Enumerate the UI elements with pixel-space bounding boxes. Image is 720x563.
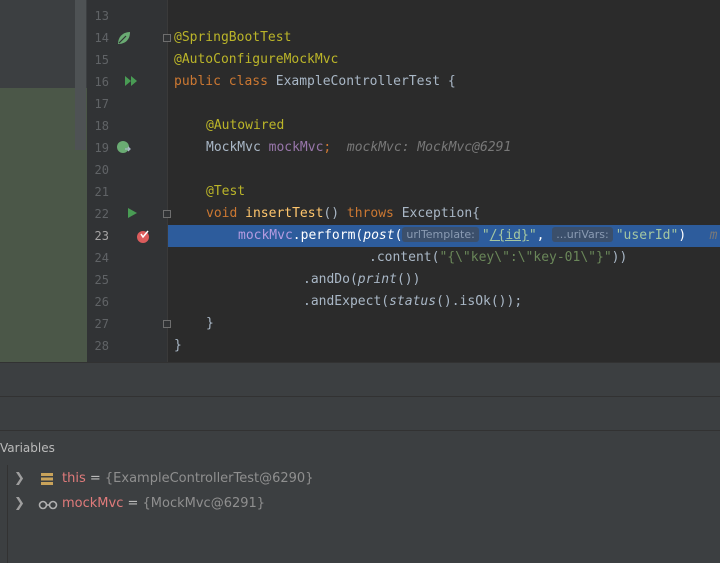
field-stack-icon xyxy=(41,473,53,485)
line-number: 24 xyxy=(94,251,109,265)
chevron-right-icon[interactable]: ❯ xyxy=(14,467,25,491)
project-panel-selection xyxy=(0,88,87,362)
variable-name: this xyxy=(62,471,86,486)
line-number: 17 xyxy=(94,97,109,111)
line-number: 13 xyxy=(94,9,109,23)
code-line: void insertTest() throws Exception{ xyxy=(206,206,480,221)
project-panel-scrollbar[interactable] xyxy=(75,0,86,150)
code-line: @AutoConfigureMockMvc xyxy=(174,52,339,67)
code-line: .andDo(print()) xyxy=(303,272,421,287)
line-number: 16 xyxy=(94,75,109,89)
variable-name: mockMvc xyxy=(62,496,124,511)
code-line: @SpringBootTest xyxy=(174,30,292,45)
code-line: MockMvc mockMvc; mockMvc: MockMvc@6291 xyxy=(206,140,512,155)
run-test-icon[interactable] xyxy=(126,207,138,219)
line-number: 18 xyxy=(94,119,109,133)
param-hint: ...uriVars: xyxy=(552,227,613,242)
line-number: 25 xyxy=(94,273,109,287)
line-number: 19 xyxy=(94,141,109,155)
variable-value: {ExampleControllerTest@6290} xyxy=(104,471,314,486)
code-line: @Autowired xyxy=(206,118,285,133)
code-line: .andExpect(status().isOk()); xyxy=(303,294,523,309)
breakpoint-icon[interactable] xyxy=(135,228,151,244)
line-number: 15 xyxy=(94,53,109,67)
code-line: .content("{\"key\":\"key-01\"}")) xyxy=(369,250,628,265)
fold-marker[interactable] xyxy=(163,34,171,42)
watch-glasses-icon xyxy=(38,500,58,510)
line-number: 27 xyxy=(94,317,109,331)
inline-debug-value: mockMvc: MockMvc@6291 xyxy=(346,140,512,155)
debug-tool-header xyxy=(0,362,720,397)
code-line: } xyxy=(206,316,214,331)
fold-marker[interactable] xyxy=(163,210,171,218)
variables-title: Variables xyxy=(0,441,55,455)
line-number: 23 xyxy=(94,229,109,243)
code-line: } xyxy=(174,338,182,353)
fold-guide xyxy=(167,0,168,362)
variable-row[interactable]: ❯ this = {ExampleControllerTest@6290} xyxy=(0,467,720,491)
chevron-right-icon[interactable]: ❯ xyxy=(14,492,25,516)
project-panel-strip xyxy=(0,0,87,362)
param-hint: urlTemplate: xyxy=(402,227,479,242)
line-number: 14 xyxy=(94,31,109,45)
spring-bean-icon[interactable] xyxy=(116,30,132,46)
fold-marker[interactable] xyxy=(163,320,171,328)
variable-value: {MockMvc@6291} xyxy=(142,496,266,511)
variables-header: Variables xyxy=(0,430,720,466)
autowired-navigate-icon[interactable] xyxy=(116,139,132,155)
line-number: 20 xyxy=(94,163,109,177)
line-number: 21 xyxy=(94,185,109,199)
code-line-current: mockMvc.perform(post(urlTemplate: "/{id}"… xyxy=(238,227,718,243)
code-line: public class ExampleControllerTest { xyxy=(174,74,456,89)
debug-toolbar xyxy=(0,396,720,431)
code-line: @Test xyxy=(206,184,246,199)
variable-row[interactable]: ❯ mockMvc = {MockMvc@6291} xyxy=(0,492,720,516)
run-tests-icon[interactable] xyxy=(124,74,140,88)
line-number: 22 xyxy=(94,207,109,221)
line-number: 26 xyxy=(94,295,109,309)
line-number: 28 xyxy=(94,339,109,353)
